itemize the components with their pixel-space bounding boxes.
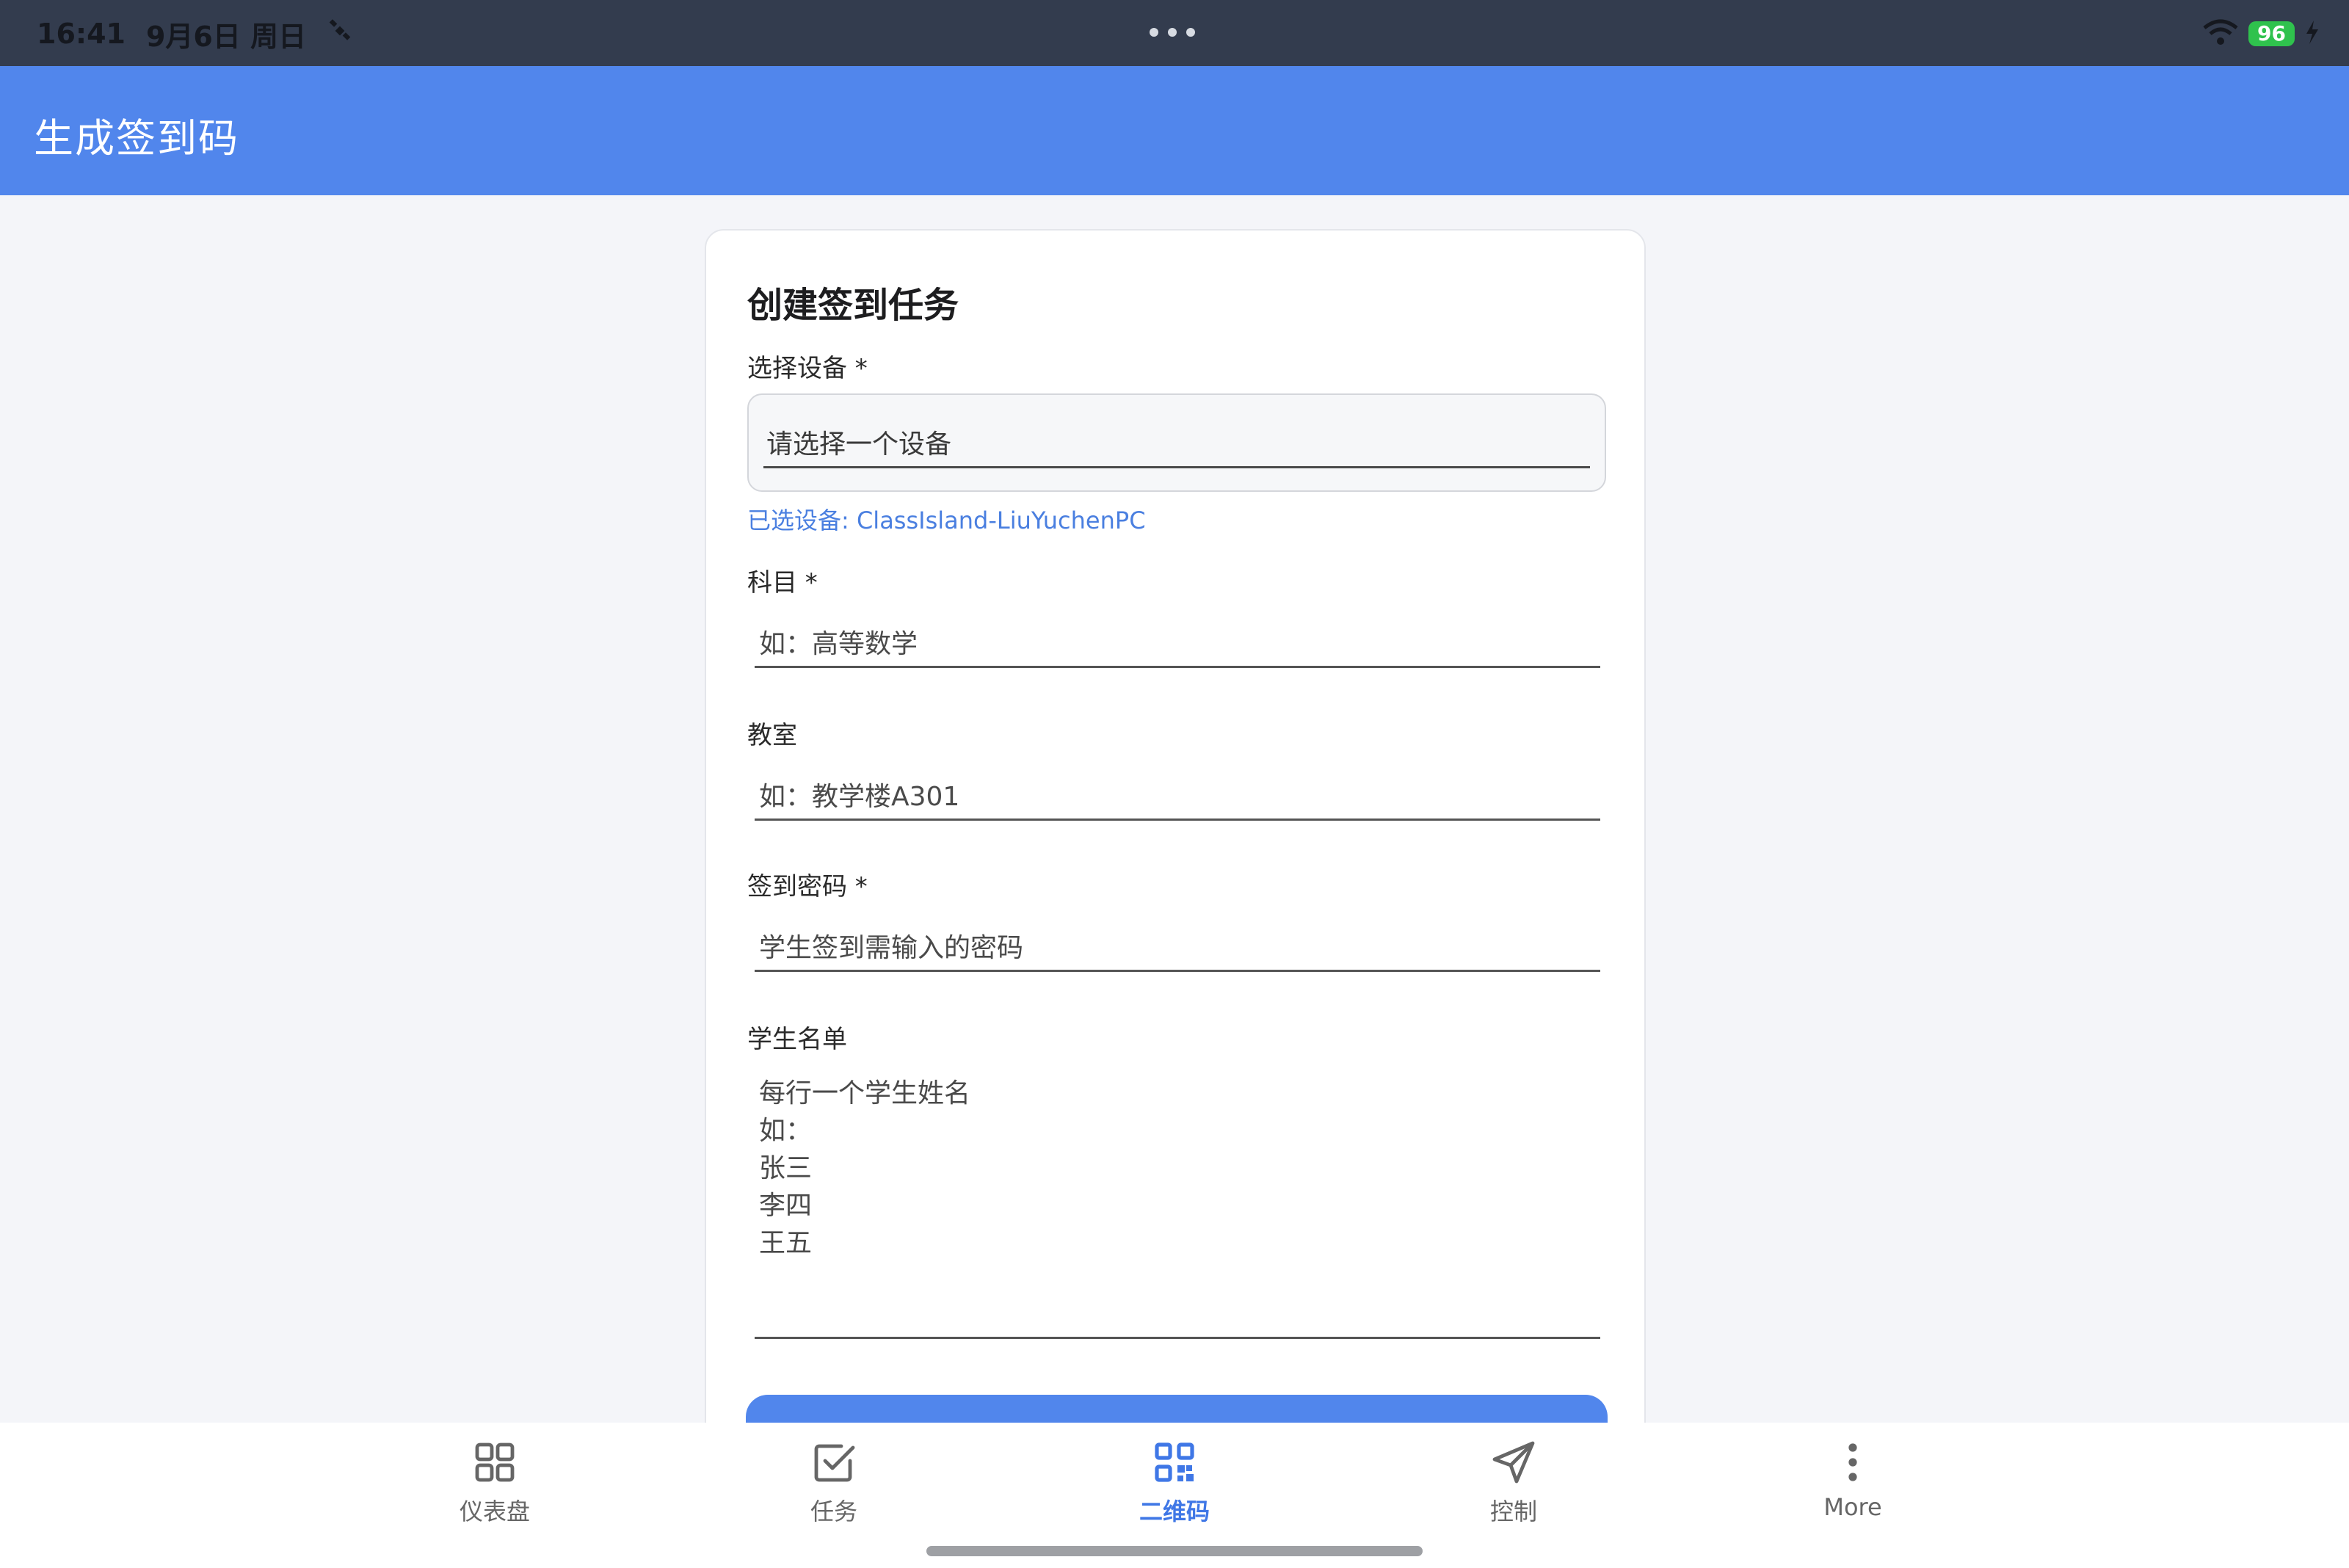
students-textarea[interactable]: 每行一个学生姓名 如： 张三 李四 王五 bbox=[755, 1075, 1600, 1339]
classroom-label: 教室 bbox=[747, 721, 797, 750]
more-vertical-icon bbox=[1848, 1443, 1857, 1481]
send-icon bbox=[1492, 1441, 1535, 1484]
nav-item-qrcode[interactable]: 二维码 bbox=[1086, 1439, 1263, 1534]
classroom-input[interactable]: 如：教学楼A301 bbox=[755, 765, 1600, 821]
nav-label-more: More bbox=[1823, 1493, 1882, 1521]
nav-label-dashboard: 仪表盘 bbox=[459, 1498, 530, 1525]
status-bar: 16:41 9月6日 周日 96 bbox=[0, 0, 2349, 66]
selected-device-note: 已选设备: ClassIsland-LiuYuchenPC bbox=[747, 507, 1146, 534]
wifi-icon bbox=[2203, 19, 2238, 48]
nav-label-control: 控制 bbox=[1489, 1498, 1537, 1525]
password-input-placeholder: 学生签到需输入的密码 bbox=[759, 933, 1024, 963]
status-date: 9月6日 周日 bbox=[145, 20, 307, 53]
device-select-placeholder: 请选择一个设备 bbox=[766, 429, 952, 460]
students-label: 学生名单 bbox=[747, 1025, 847, 1054]
classroom-input-placeholder: 如：教学楼A301 bbox=[759, 782, 960, 812]
students-placeholder-line: 张三 bbox=[759, 1153, 813, 1183]
password-label: 签到密码 * bbox=[747, 872, 868, 901]
satellite-icon bbox=[327, 18, 353, 51]
students-placeholder-line: 李四 bbox=[759, 1191, 813, 1221]
nav-label-tasks: 任务 bbox=[810, 1498, 857, 1525]
charging-bolt-icon bbox=[2305, 21, 2320, 47]
students-placeholder-line: 每行一个学生姓名 bbox=[759, 1078, 971, 1108]
device-select-underline bbox=[763, 466, 1590, 468]
page-title: 生成签到码 bbox=[34, 115, 239, 161]
subject-input[interactable]: 如：高等数学 bbox=[755, 612, 1600, 668]
nav-item-dashboard[interactable]: 仪表盘 bbox=[407, 1439, 583, 1534]
password-input[interactable]: 学生签到需输入的密码 bbox=[755, 916, 1600, 972]
status-left: 16:41 9月6日 周日 bbox=[37, 16, 353, 53]
more-dots-icon[interactable] bbox=[1150, 28, 1195, 37]
qr-code-icon bbox=[1155, 1442, 1194, 1482]
students-placeholder-line: 如： bbox=[759, 1116, 813, 1146]
dashboard-grid-icon bbox=[475, 1442, 515, 1482]
checkbox-icon bbox=[814, 1444, 855, 1482]
status-right: 96 bbox=[2203, 19, 2320, 48]
students-placeholder-line: 王五 bbox=[759, 1228, 813, 1258]
nav-item-more[interactable]: More bbox=[1765, 1439, 1941, 1534]
nav-item-control[interactable]: 控制 bbox=[1426, 1439, 1602, 1534]
create-checkin-form-card: 创建签到任务 选择设备 * 请选择一个设备 已选设备: ClassIsland-… bbox=[705, 229, 1646, 1448]
nav-label-qrcode: 二维码 bbox=[1139, 1498, 1210, 1525]
subject-input-placeholder: 如：高等数学 bbox=[759, 629, 918, 659]
home-indicator[interactable] bbox=[926, 1546, 1423, 1556]
app-bar: 生成签到码 bbox=[0, 66, 2349, 195]
form-title: 创建签到任务 bbox=[747, 285, 959, 326]
subject-label: 科目 * bbox=[747, 568, 818, 598]
device-label: 选择设备 * bbox=[747, 354, 868, 383]
status-time: 16:41 bbox=[37, 18, 126, 50]
device-select[interactable]: 请选择一个设备 bbox=[747, 393, 1606, 492]
battery-icon: 96 bbox=[2248, 21, 2295, 46]
nav-item-tasks[interactable]: 任务 bbox=[746, 1439, 922, 1534]
